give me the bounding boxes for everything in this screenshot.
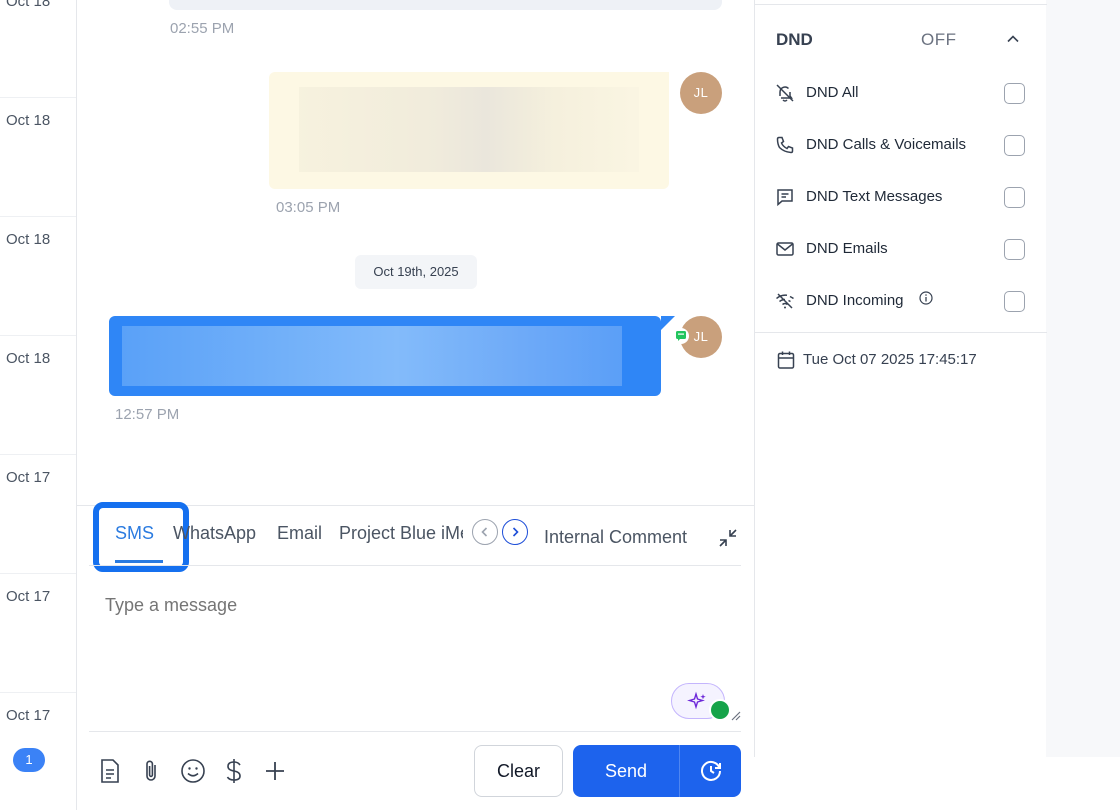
conversation-list-item[interactable]: Oct 18 [0, 217, 76, 336]
channel-tabs: SMS WhatsApp Email Project Blue iMessage… [89, 502, 741, 572]
conversation-date: Oct 18 [6, 231, 51, 248]
dnd-row-label: DND All [806, 84, 859, 101]
mail-icon [775, 239, 795, 264]
calendar-icon [777, 350, 795, 375]
sms-channel-icon [673, 328, 689, 344]
avatar: JL [680, 72, 722, 114]
panel-divider [755, 332, 1047, 333]
message-timestamp: 02:55 PM [170, 20, 235, 37]
tab-internal-comment[interactable]: Internal Comment [544, 527, 687, 548]
dnd-row-label: DND Incoming [806, 292, 904, 309]
conversation-date: Oct 18 [6, 112, 51, 129]
dnd-row-label: DND Calls & Voicemails [806, 136, 967, 153]
status-dot [709, 699, 731, 721]
message-timestamp: 03:05 PM [276, 199, 341, 216]
conversation-date: Oct 18 [6, 350, 51, 367]
conversation-date: Oct 17 [6, 588, 51, 605]
dnd-all-checkbox[interactable] [1004, 83, 1025, 104]
message-input[interactable] [105, 590, 705, 620]
unread-badge: 1 [13, 748, 45, 772]
chat-panel: 02:55 PM JL 03:05 PM Oct 19th, 2025 JL 1… [77, 0, 754, 810]
tabs-divider [89, 565, 741, 566]
dnd-status: OFF [921, 30, 957, 49]
wifi-off-icon [775, 291, 795, 316]
template-icon[interactable] [99, 758, 121, 789]
plus-icon[interactable] [264, 758, 286, 789]
tabs-prev-button[interactable] [472, 519, 498, 545]
chevron-up-icon[interactable] [1006, 32, 1020, 51]
dnd-row-incoming: DND Incoming [775, 288, 1025, 314]
send-button[interactable]: Send [573, 745, 679, 797]
bell-off-icon [775, 83, 795, 108]
conversation-list-item[interactable]: Oct 17 1 [0, 693, 76, 810]
conversation-date: Oct 17 [6, 707, 51, 724]
dnd-title: DND [776, 30, 813, 49]
dnd-calls-checkbox[interactable] [1004, 135, 1025, 156]
message-bubble-outgoing [109, 316, 675, 396]
tab-email[interactable]: Email [277, 523, 322, 544]
dnd-incoming-checkbox[interactable] [1004, 291, 1025, 312]
chevron-left-icon [481, 527, 488, 537]
conversation-list-item[interactable]: Oct 18 [0, 336, 76, 455]
message-square-icon [775, 187, 795, 212]
schedule-send-button[interactable] [680, 745, 741, 797]
send-button-group: Send [573, 745, 741, 797]
conversation-date: Oct 17 [6, 469, 51, 486]
dnd-row-all: DND All [775, 80, 1025, 106]
dnd-row-text: DND Text Messages [775, 184, 1025, 210]
tab-whatsapp[interactable]: WhatsApp [173, 523, 256, 544]
dnd-row-label: DND Text Messages [806, 188, 943, 205]
phone-icon [775, 135, 795, 160]
conversation-list-item[interactable]: Oct 17 [0, 455, 76, 574]
conversation-list-item[interactable]: Oct 18 [0, 0, 76, 98]
message-bubble-blurred [269, 72, 669, 189]
right-background [1046, 0, 1120, 757]
tab-project-blue[interactable]: Project Blue iMessage [339, 523, 463, 544]
sparkles-icon [687, 691, 706, 710]
conversation-list: Oct 18 Oct 18 Oct 18 Oct 18 Oct 17 Oct 1… [0, 0, 77, 810]
chevron-right-icon [512, 527, 519, 537]
message-bubble-partial [169, 0, 722, 10]
dnd-row-calls: DND Calls & Voicemails [775, 132, 1025, 158]
conversation-date: Oct 18 [6, 0, 51, 10]
dnd-row-label: DND Emails [806, 240, 888, 257]
emoji-icon[interactable] [180, 758, 206, 789]
clear-button[interactable]: Clear [474, 745, 563, 797]
composer-footer-divider [89, 731, 741, 732]
attachment-icon[interactable] [141, 758, 161, 789]
collapse-icon[interactable] [717, 527, 739, 554]
payment-icon[interactable] [224, 758, 244, 789]
dnd-row-emails: DND Emails [775, 236, 1025, 262]
message-timestamp: 12:57 PM [115, 406, 180, 423]
dnd-panel: DND OFF DND All DND Calls & Voicemails D… [754, 0, 1047, 757]
info-icon[interactable] [919, 291, 933, 310]
dnd-timestamp: Tue Oct 07 2025 17:45:17 [803, 351, 977, 368]
tabs-next-button[interactable] [502, 519, 528, 545]
schedule-clock-icon [701, 761, 721, 781]
date-divider: Oct 19th, 2025 [355, 255, 477, 289]
conversation-list-item[interactable]: Oct 18 [0, 98, 76, 217]
conversation-list-item[interactable]: Oct 17 [0, 574, 76, 693]
resize-handle-icon[interactable] [731, 708, 741, 726]
dnd-text-checkbox[interactable] [1004, 187, 1025, 208]
dnd-emails-checkbox[interactable] [1004, 239, 1025, 260]
